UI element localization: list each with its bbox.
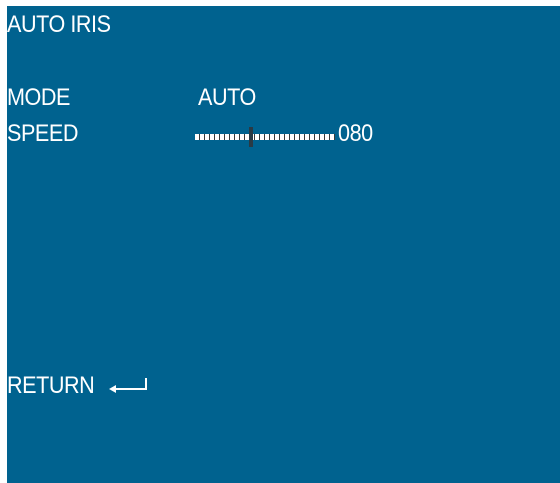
speed-value: 080 — [338, 120, 373, 147]
enter-arrow-icon[interactable] — [107, 376, 149, 396]
speed-slider-track — [195, 134, 335, 140]
osd-menu-screen: AUTO IRIS MODE AUTO SPEED 080 RETURN — [7, 6, 560, 483]
mode-label[interactable]: MODE — [7, 84, 70, 112]
return-label[interactable]: RETURN — [7, 372, 95, 400]
speed-slider-knob[interactable] — [249, 127, 253, 147]
speed-slider[interactable] — [195, 127, 335, 147]
mode-value[interactable]: AUTO — [198, 84, 256, 112]
menu-title: AUTO IRIS — [7, 11, 111, 38]
speed-label[interactable]: SPEED — [7, 120, 78, 148]
